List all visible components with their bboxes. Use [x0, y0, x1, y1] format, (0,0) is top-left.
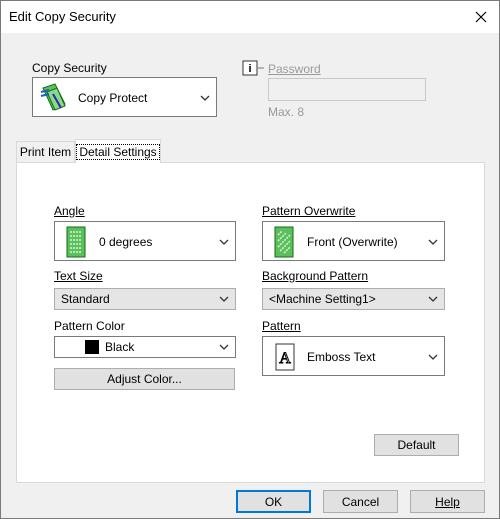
adjust-color-button[interactable]: Adjust Color... [54, 368, 235, 390]
text-size-value: Standard [61, 292, 110, 306]
title-bar: Edit Copy Security [1, 1, 499, 33]
background-pattern-label: Background Pattern [262, 269, 369, 283]
close-icon[interactable] [469, 5, 493, 29]
tab-print-item-label: Print Item [19, 145, 72, 159]
pattern-label: Pattern [262, 319, 301, 333]
pattern-color-select[interactable]: Black [54, 336, 236, 358]
tab-detail-settings[interactable]: Detail Settings [75, 139, 161, 163]
chevron-down-icon [428, 296, 438, 302]
angle-value: 0 degrees [99, 235, 153, 249]
angle-select[interactable]: 0 degrees [54, 221, 236, 261]
pattern-overwrite-label: Pattern Overwrite [262, 204, 356, 218]
password-label: Password [268, 62, 321, 76]
adjust-color-label: Adjust Color... [107, 372, 182, 386]
cancel-label: Cancel [341, 494, 380, 509]
chevron-down-icon [219, 344, 229, 350]
default-label: Default [397, 438, 436, 452]
info-icon: i [242, 60, 266, 78]
emboss-text-icon: A [275, 343, 297, 371]
pattern-overwrite-value: Front (Overwrite) [307, 235, 398, 249]
background-pattern-value: <Machine Setting1> [269, 292, 376, 306]
detail-settings-panel: Angle 0 degrees Text Size Standard Patte… [16, 162, 485, 483]
copy-security-label: Copy Security [32, 61, 107, 75]
help-label: Help [435, 494, 460, 509]
chevron-down-icon [219, 239, 229, 245]
copy-security-value: Copy Protect [78, 91, 148, 105]
svg-text:A: A [279, 350, 291, 367]
pattern-overwrite-select[interactable]: Front (Overwrite) [262, 221, 445, 261]
default-button[interactable]: Default [374, 434, 459, 456]
pattern-color-label: Pattern Color [54, 319, 125, 333]
text-size-select[interactable]: Standard [54, 288, 236, 310]
angle-label: Angle [54, 204, 85, 218]
tab-print-item[interactable]: Print Item [16, 141, 75, 163]
copy-security-select[interactable]: Copy Protect [32, 77, 217, 117]
password-hint: Max. 8 [268, 105, 305, 119]
pattern-select[interactable]: A Emboss Text [262, 336, 445, 376]
chevron-down-icon [200, 95, 210, 101]
text-size-label: Text Size [54, 269, 103, 283]
copy-protect-icon [39, 82, 71, 114]
tab-detail-settings-label: Detail Settings [76, 143, 160, 160]
chevron-down-icon [428, 239, 438, 245]
background-pattern-select[interactable]: <Machine Setting1> [262, 288, 445, 310]
edit-copy-security-dialog: Edit Copy Security Copy Security Copy Pr… [0, 0, 500, 519]
svg-text:i: i [248, 63, 251, 75]
pattern-value: Emboss Text [307, 350, 376, 364]
pattern-color-value: Black [105, 340, 135, 354]
chevron-down-icon [219, 296, 229, 302]
pattern-overwrite-icon [273, 226, 295, 258]
angle-icon [65, 226, 87, 258]
dialog-title: Edit Copy Security [9, 9, 116, 24]
chevron-down-icon [428, 354, 438, 360]
help-button[interactable]: Help [410, 490, 485, 513]
ok-button[interactable]: OK [236, 490, 311, 513]
ok-label: OK [264, 494, 283, 509]
cancel-button[interactable]: Cancel [323, 490, 398, 513]
color-swatch [85, 340, 99, 354]
password-field[interactable] [268, 78, 426, 101]
